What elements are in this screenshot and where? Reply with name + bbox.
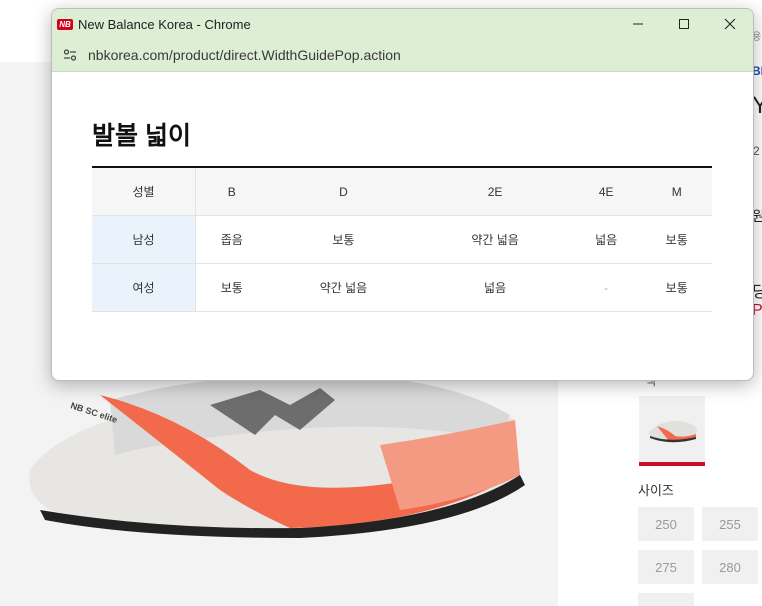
- product-shoe-image: NB SC elite: [29, 374, 525, 538]
- table-cell: 넓음: [419, 263, 571, 312]
- bg-right-text: 2: [753, 144, 760, 158]
- thumbnail-shoe-icon: [649, 420, 697, 443]
- width-guide-popup-window: NB New Balance Korea - Chrome nbkorea.co…: [51, 8, 754, 381]
- size-option[interactable]: 250: [638, 507, 694, 541]
- close-icon: [724, 18, 736, 30]
- new-balance-logo-icon: NB: [57, 18, 73, 30]
- window-title: New Balance Korea - Chrome: [78, 16, 251, 32]
- table-cell: 보통: [267, 215, 420, 264]
- table-cell: 넓음: [570, 215, 642, 264]
- color-swatch-thumbnail[interactable]: [639, 396, 705, 466]
- column-header: B: [195, 167, 268, 216]
- column-header: D: [267, 167, 420, 216]
- table-cell: 좁음: [195, 215, 268, 264]
- url-text[interactable]: nbkorea.com/product/direct.WidthGuidePop…: [88, 47, 401, 63]
- table-row: 남성 좁음 보통 약간 넓음 넓음 보통: [92, 215, 712, 264]
- size-option[interactable]: 275: [638, 550, 694, 584]
- maximize-button[interactable]: [661, 9, 707, 39]
- column-header: M: [641, 167, 712, 216]
- column-header: 4E: [570, 167, 642, 216]
- popup-content: 발볼 넓이 성별 B D 2E 4E M 남성 좁음 보통 약간 넓음 넓음 보…: [52, 116, 753, 312]
- table-cell: 보통: [195, 263, 268, 312]
- size-option[interactable]: 280: [702, 550, 758, 584]
- column-header-gender: 성별: [92, 167, 196, 216]
- table-cell: 보통: [641, 215, 712, 264]
- close-button[interactable]: [707, 9, 753, 39]
- table-header-row: 성별 B D 2E 4E M: [92, 167, 712, 216]
- size-option[interactable]: 255: [702, 507, 758, 541]
- window-controls: [615, 9, 753, 39]
- table-cell: -: [570, 263, 642, 312]
- maximize-icon: [679, 19, 689, 29]
- page-title: 발볼 넓이: [92, 122, 191, 150]
- column-header: 2E: [419, 167, 571, 216]
- row-header: 여성: [92, 263, 196, 312]
- minimize-icon: [633, 23, 643, 25]
- size-option-partial[interactable]: [638, 593, 694, 606]
- row-header: 남성: [92, 215, 196, 264]
- site-settings-icon[interactable]: [62, 47, 78, 63]
- table-cell: 약간 넓음: [267, 263, 420, 312]
- window-titlebar[interactable]: NB New Balance Korea - Chrome: [52, 9, 753, 39]
- minimize-button[interactable]: [615, 9, 661, 39]
- table-row: 여성 보통 약간 넓음 넓음 - 보통: [92, 263, 712, 312]
- table-cell: 보통: [641, 263, 712, 312]
- address-bar[interactable]: nbkorea.com/product/direct.WidthGuidePop…: [52, 39, 753, 72]
- width-guide-table: 성별 B D 2E 4E M 남성 좁음 보통 약간 넓음 넓음 보통 여성 보…: [92, 166, 712, 312]
- table-cell: 약간 넓음: [419, 215, 571, 264]
- size-label: 사이즈: [638, 483, 674, 498]
